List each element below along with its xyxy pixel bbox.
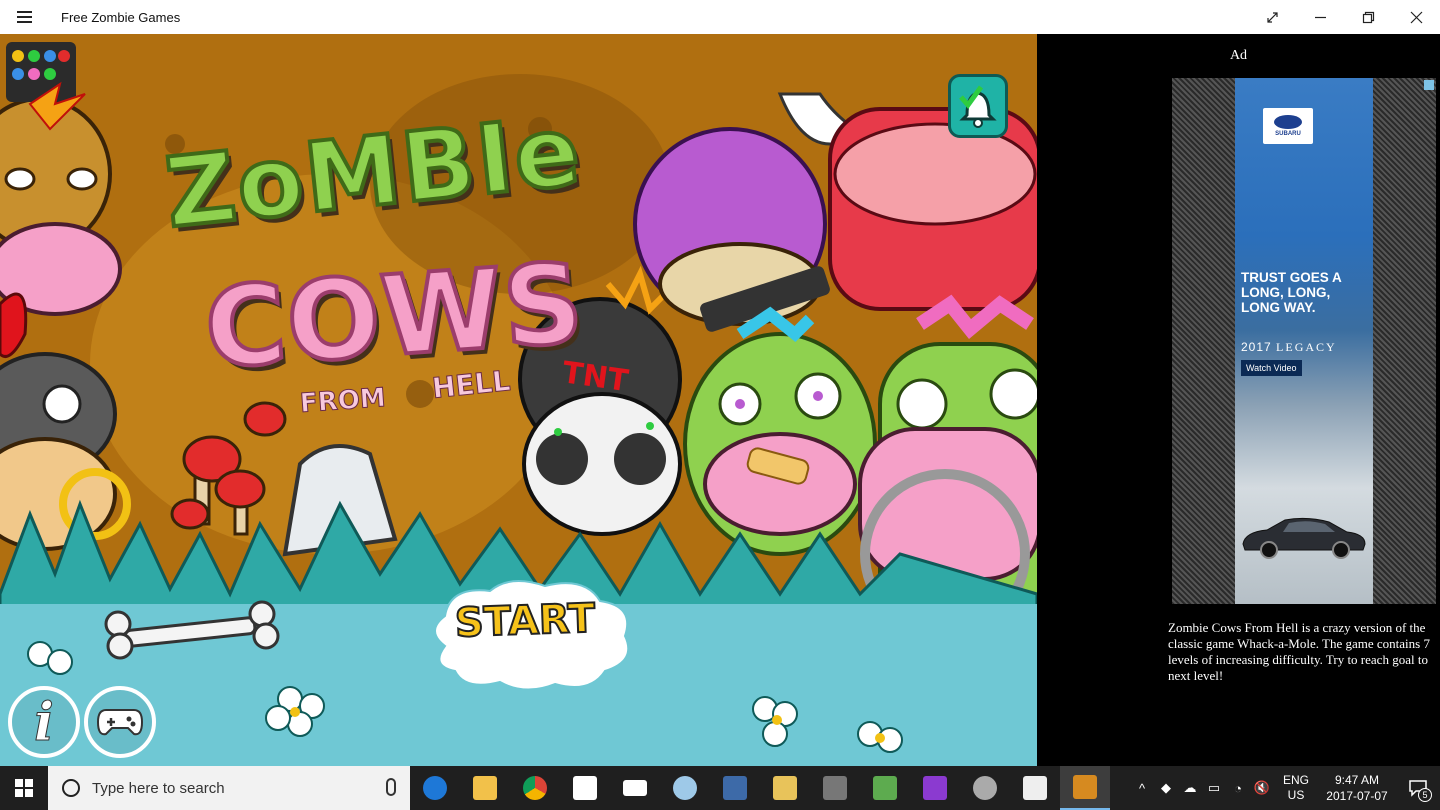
ad-model: 2017 LEGACY: [1241, 340, 1337, 355]
clock-time: 9:47 AM: [1334, 773, 1380, 787]
wifi-icon[interactable]: ◔: [1226, 766, 1250, 810]
edge-icon[interactable]: [410, 766, 460, 810]
title-bar: Free Zombie Games: [0, 0, 1440, 34]
start-button[interactable]: START: [425, 576, 635, 694]
info-icon[interactable]: i: [8, 686, 80, 758]
dropbox-icon[interactable]: ◆: [1154, 766, 1178, 810]
microphone-icon[interactable]: [386, 778, 396, 796]
cortana-icon: [62, 779, 80, 797]
taskbar-search[interactable]: Type here to search: [48, 766, 410, 810]
onedrive-icon[interactable]: ☁: [1178, 766, 1202, 810]
battery-icon[interactable]: ▭: [1202, 766, 1226, 810]
gamepad-icon[interactable]: [84, 686, 156, 758]
fullscreen-icon[interactable]: [1248, 0, 1296, 34]
watch-video-button[interactable]: Watch Video: [1241, 360, 1302, 376]
subaru-logo: SUBARU: [1263, 108, 1313, 144]
chrome-icon[interactable]: [510, 766, 560, 810]
hamburger-icon[interactable]: [0, 0, 48, 34]
box-icon[interactable]: [1010, 766, 1060, 810]
language-line2: US: [1287, 788, 1305, 802]
notification-center-icon[interactable]: 5: [1396, 766, 1440, 810]
clock[interactable]: 9:47 AM 2017-07-07: [1318, 772, 1396, 804]
info-label: i: [34, 691, 55, 753]
notes-icon[interactable]: [760, 766, 810, 810]
game-canvas[interactable]: TNT ZoMBIe COWS FROM HELL START i: [0, 34, 1037, 766]
store-icon[interactable]: [560, 766, 610, 810]
ad-panel: Ad SUBARU TRUST GOES A LONG, LONG, LONG …: [1037, 34, 1440, 766]
window-controls: [1248, 0, 1440, 34]
game-title-cows: COWS: [199, 237, 590, 395]
zombie-games-icon[interactable]: [1060, 766, 1110, 810]
windows-start-icon[interactable]: [0, 766, 48, 810]
ad-label: Ad: [1229, 48, 1248, 63]
paint-icon[interactable]: [660, 766, 710, 810]
ad-banner[interactable]: SUBARU TRUST GOES A LONG, LONG, LONG WAY…: [1172, 78, 1436, 604]
search-placeholder: Type here to search: [92, 779, 225, 797]
ad-headline: TRUST GOES A LONG, LONG, LONG WAY.: [1241, 270, 1342, 315]
restore-icon[interactable]: [1344, 0, 1392, 34]
subaru-stars-icon: [1274, 115, 1302, 129]
game-title-from: FROM: [299, 383, 388, 420]
close-icon[interactable]: [1392, 0, 1440, 34]
game-description: Zombie Cows From Hell is a crazy version…: [1168, 620, 1430, 683]
app-title: Free Zombie Games: [61, 9, 181, 25]
bell-icon[interactable]: [948, 74, 1008, 138]
taskbar: Type here to search ^ ◆ ☁ ▭ ◔ 🔇 ENG US 9…: [0, 766, 1440, 810]
ad-choices-icon[interactable]: [1424, 80, 1434, 90]
ad-model-year: 2017: [1241, 340, 1272, 354]
x-app-icon[interactable]: [810, 766, 860, 810]
visual-studio-icon[interactable]: [910, 766, 960, 810]
sheets-icon[interactable]: [860, 766, 910, 810]
car-image: [1242, 517, 1366, 559]
show-hidden-icons[interactable]: ^: [1130, 766, 1154, 810]
file-explorer-icon[interactable]: [460, 766, 510, 810]
start-label: START: [453, 595, 597, 648]
notification-count: 5: [1418, 788, 1432, 802]
language-line1: ENG: [1282, 773, 1309, 787]
ad-model-name: LEGACY: [1276, 340, 1337, 354]
settings-icon[interactable]: [960, 766, 1010, 810]
volume-icon[interactable]: 🔇: [1250, 766, 1274, 810]
system-tray: ^ ◆ ☁ ▭ ◔ 🔇 ENG US 9:47 AM 2017-07-07 5: [1130, 766, 1440, 810]
ad-creative[interactable]: SUBARU TRUST GOES A LONG, LONG, LONG WAY…: [1235, 78, 1373, 604]
photos-icon[interactable]: [710, 766, 760, 810]
language-indicator[interactable]: ENG US: [1274, 773, 1318, 803]
mail-icon[interactable]: [610, 766, 660, 810]
clock-date: 2017-07-07: [1326, 789, 1388, 803]
subaru-brand: SUBARU: [1275, 131, 1301, 137]
minimize-icon[interactable]: [1296, 0, 1344, 34]
